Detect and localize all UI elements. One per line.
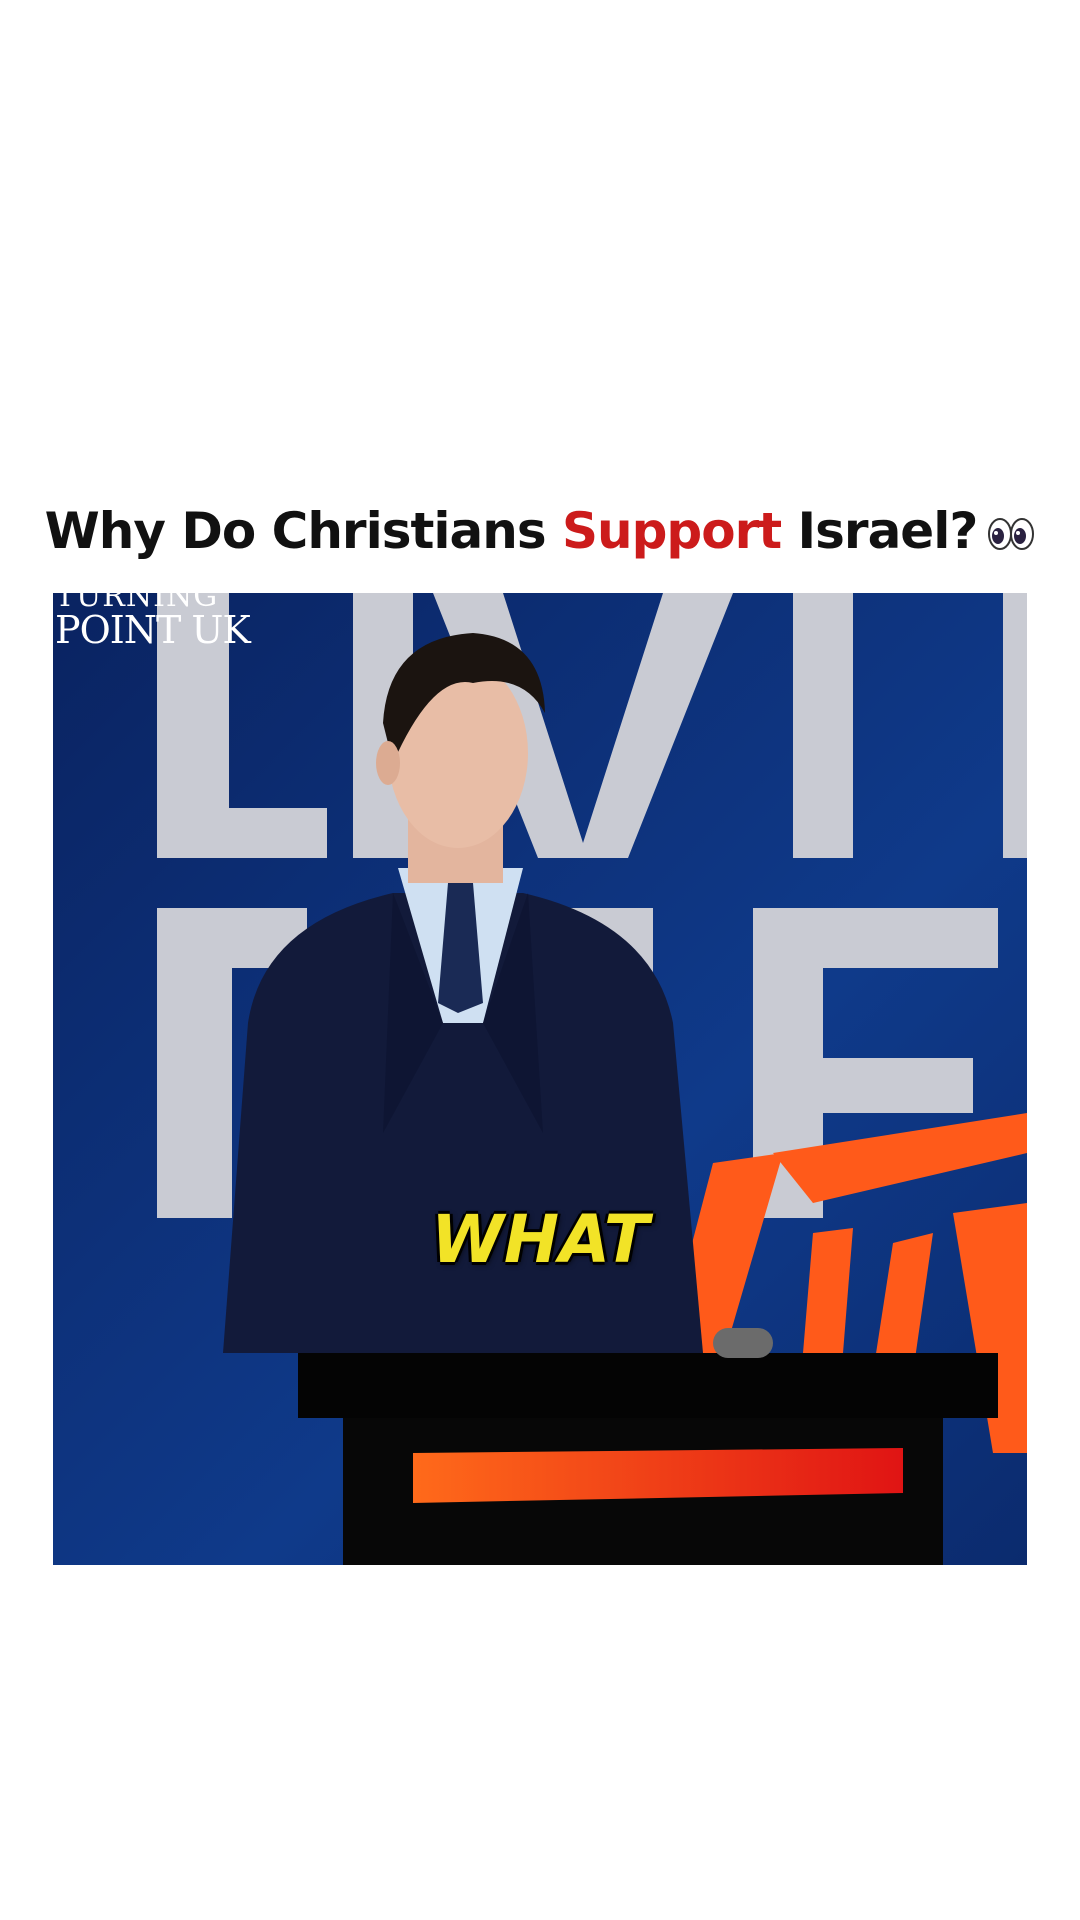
turning-point-logo: TURNING POINT UK bbox=[55, 593, 251, 652]
video-title: Why Do Christians Support Israel? bbox=[0, 502, 1080, 564]
logo-line-2: POINT UK bbox=[55, 608, 251, 652]
title-accent: Support bbox=[562, 502, 782, 560]
subtitle-caption: WHAT bbox=[431, 1201, 649, 1278]
title-part-2: Israel? bbox=[781, 502, 979, 560]
eyes-icon bbox=[987, 506, 1035, 564]
title-part-1: Why Do Christians bbox=[44, 502, 563, 560]
speaker-scene bbox=[53, 593, 1027, 1565]
video-frame[interactable]: TURNING POINT UK WHAT bbox=[53, 593, 1027, 1565]
